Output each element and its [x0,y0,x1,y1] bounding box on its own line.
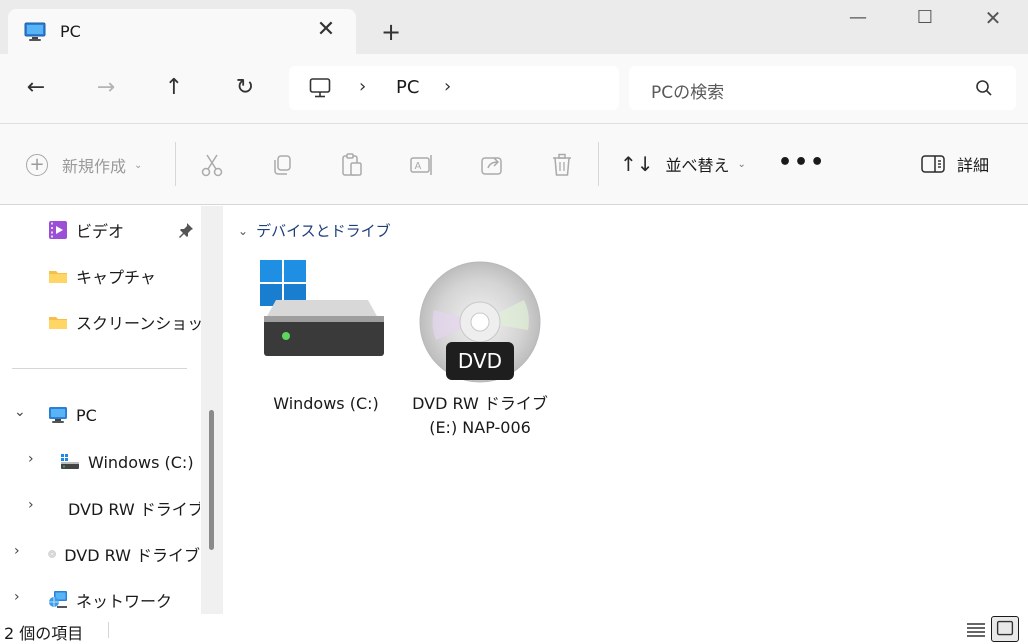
network-icon [49,591,67,608]
search-icon[interactable] [975,79,993,97]
item-count: 2 個の項目 [4,624,84,643]
up-button[interactable]: ↑ [158,72,190,104]
breadcrumb-separator[interactable]: › [444,76,451,97]
video-icon [49,221,67,239]
sidebar-item-label: DVD RW ドライブ [68,500,200,519]
sort-label: 並べ替え [665,156,730,175]
new-label: 新規作成 [62,157,127,176]
svg-text:A: A [415,161,422,172]
minimize-button[interactable]: — [843,6,873,30]
sidebar-item-label: DVD RW ドライブ [64,546,200,565]
sidebar-item-label: Windows (C:) [88,452,194,472]
toolbar-divider [598,142,599,186]
drive-dvd-e[interactable]: DVD DVD RW ドライブ (E:) NAP-006 [400,254,560,444]
refresh-button[interactable]: ↻ [229,72,261,104]
forward-button[interactable]: → [90,72,122,104]
title-bar: PC ✕ + — ☐ ✕ [0,0,1028,55]
sort-icon: ↑↓ [620,152,654,176]
breadcrumb-pc[interactable]: PC [396,77,419,98]
pc-icon [24,22,46,41]
search-placeholder: PCの検索 [651,83,725,103]
details-pane-button[interactable]: 詳細 [921,152,989,176]
content-area: ⌄ デバイスとドライブ Windows (C:) DVD DVD RW ドライブ… [224,206,1028,614]
sidebar-item-screenshots[interactable]: スクリーンショット [48,308,219,336]
sidebar-item-network[interactable]: › ネットワーク [14,586,200,614]
toolbar-divider [175,142,176,186]
sidebar-item-captures[interactable]: キャプチャ [48,262,156,290]
status-divider [108,622,109,638]
drive-label: Windows (C:) [273,394,379,413]
paste-icon[interactable] [338,151,366,179]
dvd-drive-icon: DVD [419,261,541,383]
sidebar-item-label: PC [76,405,97,425]
scrollbar-thumb[interactable] [209,410,214,550]
chevron-down-icon[interactable]: ⌄ [14,404,26,420]
sort-button[interactable]: ↑↓ 並べ替え ⌄ [620,152,746,176]
chevron-right-icon[interactable]: › [14,543,20,559]
sidebar-item-label: ビデオ [76,222,125,241]
sidebar-item-label: ネットワーク [76,592,173,611]
search-input[interactable]: PCの検索 [629,66,1016,110]
tab-title: PC [60,22,81,41]
chevron-down-icon: ⌄ [737,158,746,170]
dvd-badge: DVD [458,349,502,373]
drive-windows-c[interactable]: Windows (C:) [246,254,406,444]
tab-pc[interactable]: PC ✕ [8,9,356,55]
sidebar-item-pc[interactable]: ⌄ PC [14,401,200,429]
tiles-view-icon[interactable] [991,616,1019,642]
command-bar: + 新規作成 ⌄ A ↑↓ 並べ替え ⌄ ••• 詳細 [0,123,1028,205]
close-tab-button[interactable]: ✕ [314,18,338,42]
navigation-bar: ← → ↑ ↻ › PC › PCの検索 [0,54,1028,123]
cut-icon[interactable] [198,151,226,179]
back-button[interactable]: ← [20,72,52,104]
share-icon[interactable] [478,151,506,179]
sidebar-item-dvd[interactable]: › DVD RW ドライブ [14,540,200,568]
status-bar: 2 個の項目 [0,614,1028,644]
new-button[interactable]: + 新規作成 ⌄ [26,152,142,178]
windows-drive-icon [260,260,384,356]
drive-icon [61,454,79,469]
sidebar-item-label: スクリーンショット [76,314,220,333]
delete-icon[interactable] [548,151,576,179]
breadcrumb-separator[interactable]: › [359,76,366,97]
sidebar-divider [12,368,187,369]
folder-icon [49,317,67,329]
rename-icon[interactable]: A [408,151,436,179]
details-pane-icon [921,155,945,173]
details-label: 詳細 [957,156,990,175]
drive-label-secondary: (E:) NAP-006 [429,418,531,437]
sidebar-scrollbar[interactable] [201,206,223,614]
sidebar-item-dvd-nested[interactable]: › DVD RW ドライブ [28,494,200,522]
group-header-label: デバイスとドライブ [256,222,391,240]
details-view-icon[interactable] [962,616,990,642]
pc-icon [49,407,67,423]
sidebar-item-label: キャプチャ [76,268,156,287]
chevron-down-icon: ⌄ [134,159,143,171]
group-header-devices[interactable]: ⌄ デバイスとドライブ [238,220,391,241]
plus-icon: + [26,154,48,176]
navigation-pane: ビデオ キャプチャ スクリーンショット ⌄ PC › Windows (C:) … [0,206,224,614]
close-window-button[interactable]: ✕ [978,6,1008,30]
address-bar[interactable]: › PC › [289,66,619,110]
maximize-button[interactable]: ☐ [910,6,940,30]
chevron-right-icon[interactable]: › [28,497,34,513]
sidebar-item-windows-c[interactable]: › Windows (C:) [28,448,200,476]
pin-icon[interactable] [178,222,194,238]
chevron-right-icon[interactable]: › [28,451,34,467]
sidebar-item-videos[interactable]: ビデオ [48,216,124,244]
monitor-icon [309,78,331,98]
more-options-button[interactable]: ••• [778,150,826,175]
folder-icon [49,271,67,283]
copy-icon[interactable] [268,151,296,179]
chevron-right-icon[interactable]: › [14,589,20,605]
dvd-icon [48,550,56,558]
drive-label: DVD RW ドライブ [412,394,548,413]
new-tab-button[interactable]: + [378,19,404,45]
chevron-down-icon: ⌄ [238,223,249,238]
